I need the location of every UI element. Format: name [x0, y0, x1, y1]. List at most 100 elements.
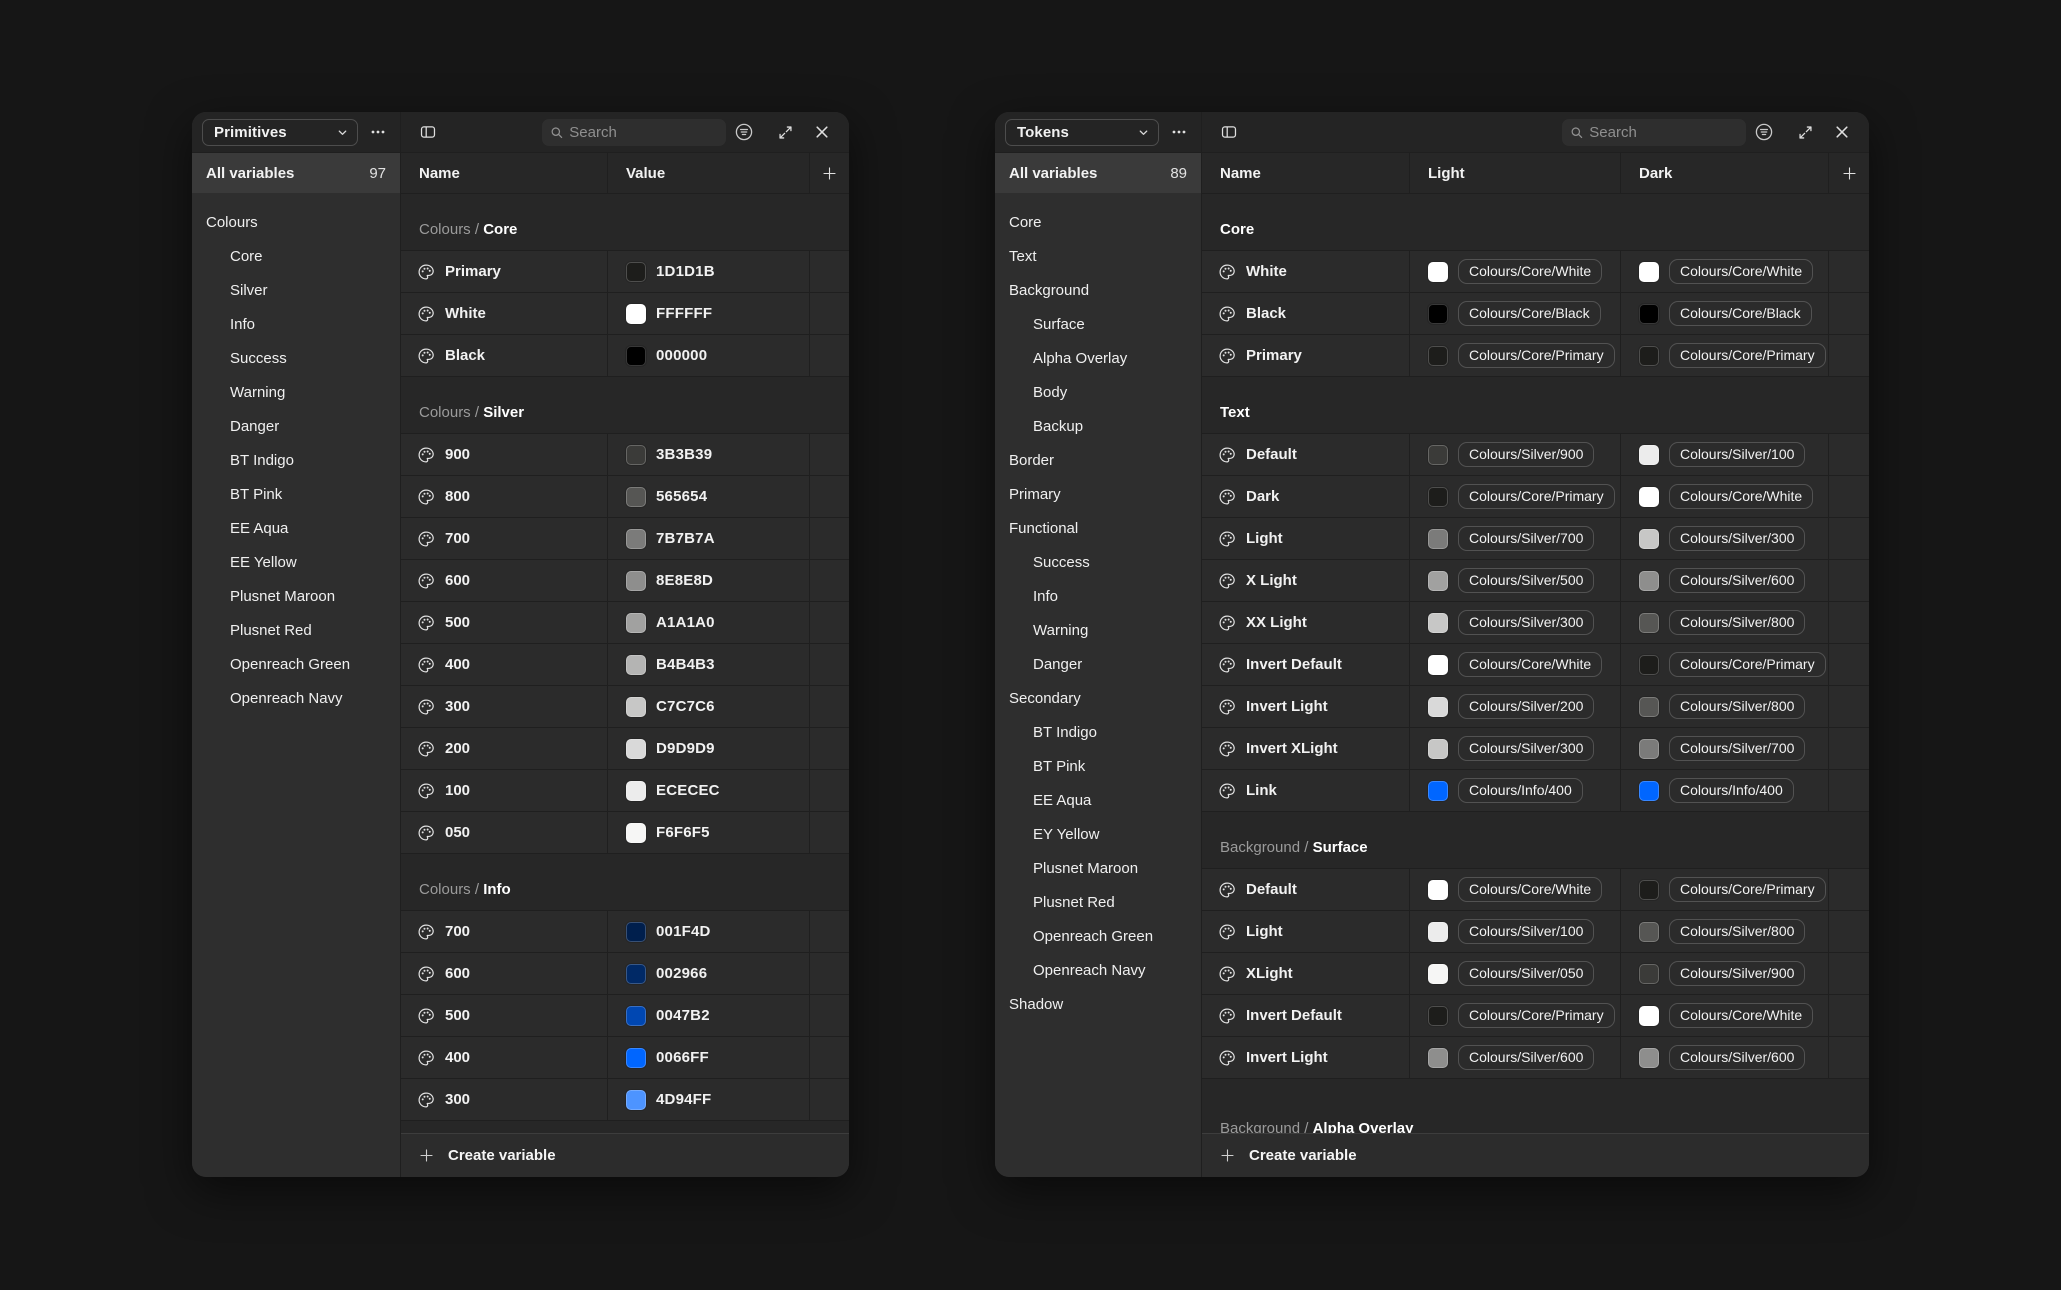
expand-button[interactable]: [1792, 119, 1818, 145]
token-alias-chip[interactable]: Colours/Silver/800: [1669, 919, 1805, 944]
variable-row[interactable]: Invert DefaultColours/Core/White Colours/…: [1202, 644, 1869, 686]
sidebar-item[interactable]: BT Indigo: [192, 443, 400, 477]
value-cell[interactable]: Colours/Core/Black: [1410, 293, 1621, 334]
sidebar-item[interactable]: Surface: [995, 307, 1201, 341]
sidebar-item-all-variables[interactable]: All variables 97: [192, 153, 400, 193]
variable-row[interactable]: Primary1D1D1B: [401, 251, 849, 293]
variable-name-cell[interactable]: 500: [401, 995, 608, 1036]
search-input[interactable]: [1589, 124, 1738, 141]
sidebar-item[interactable]: Info: [192, 307, 400, 341]
sidebar-item[interactable]: Info: [995, 579, 1201, 613]
close-button[interactable]: [1829, 119, 1855, 145]
variable-row[interactable]: 7007B7B7A: [401, 518, 849, 560]
sidebar-item-all-variables[interactable]: All variables 89: [995, 153, 1201, 193]
variable-name-cell[interactable]: Invert Light: [1202, 1037, 1410, 1078]
variable-name-cell[interactable]: Dark: [1202, 476, 1410, 517]
value-cell[interactable]: Colours/Silver/100: [1621, 434, 1829, 475]
more-options-button[interactable]: [1166, 119, 1192, 145]
token-alias-chip[interactable]: Colours/Core/Primary: [1458, 343, 1615, 368]
sidebar-item[interactable]: Core: [995, 205, 1201, 239]
value-cell[interactable]: Colours/Silver/200: [1410, 686, 1621, 727]
sidebar-item[interactable]: Plusnet Maroon: [192, 579, 400, 613]
variable-name-cell[interactable]: Invert Light: [1202, 686, 1410, 727]
sidebar-item[interactable]: Body: [995, 375, 1201, 409]
variable-name-cell[interactable]: 300: [401, 686, 608, 727]
value-cell[interactable]: Colours/Silver/600: [1621, 1037, 1829, 1078]
sidebar-item[interactable]: Text: [995, 239, 1201, 273]
variable-row[interactable]: Black000000: [401, 335, 849, 377]
variable-name-cell[interactable]: Invert XLight: [1202, 728, 1410, 769]
variable-row[interactable]: 700001F4D: [401, 911, 849, 953]
token-alias-chip[interactable]: Colours/Core/White: [1669, 484, 1813, 509]
sidebar-item[interactable]: Plusnet Maroon: [995, 851, 1201, 885]
sidebar-item[interactable]: Openreach Green: [995, 919, 1201, 953]
value-cell[interactable]: Colours/Core/White: [1410, 644, 1621, 685]
value-cell[interactable]: Colours/Silver/700: [1621, 728, 1829, 769]
sidebar-item[interactable]: EY Yellow: [995, 817, 1201, 851]
token-alias-chip[interactable]: Colours/Silver/200: [1458, 694, 1594, 719]
value-cell[interactable]: Colours/Silver/800: [1621, 602, 1829, 643]
token-alias-chip[interactable]: Colours/Core/Primary: [1458, 484, 1615, 509]
variable-name-cell[interactable]: XLight: [1202, 953, 1410, 994]
sidebar-item[interactable]: EE Yellow: [192, 545, 400, 579]
variable-name-cell[interactable]: 300: [401, 1079, 608, 1120]
variable-row[interactable]: 6008E8E8D: [401, 560, 849, 602]
token-alias-chip[interactable]: Colours/Silver/100: [1458, 919, 1594, 944]
variable-name-cell[interactable]: Black: [401, 335, 608, 376]
value-cell[interactable]: A1A1A0: [608, 602, 810, 643]
value-cell[interactable]: 0066FF: [608, 1037, 810, 1078]
value-cell[interactable]: 8E8E8D: [608, 560, 810, 601]
sidebar-item[interactable]: Success: [192, 341, 400, 375]
variable-name-cell[interactable]: X Light: [1202, 560, 1410, 601]
value-cell[interactable]: Colours/Core/White: [1621, 251, 1829, 292]
variable-row[interactable]: X Light Colours/Silver/500 Colours/Silver/…: [1202, 560, 1869, 602]
token-alias-chip[interactable]: Colours/Core/Black: [1458, 301, 1601, 326]
value-cell[interactable]: Colours/Silver/700: [1410, 518, 1621, 559]
add-variable-button[interactable]: [1829, 153, 1869, 193]
variable-name-cell[interactable]: 400: [401, 644, 608, 685]
filter-button[interactable]: [731, 119, 757, 145]
value-cell[interactable]: 002966: [608, 953, 810, 994]
value-cell[interactable]: Colours/Core/White: [1410, 251, 1621, 292]
value-cell[interactable]: 3B3B39: [608, 434, 810, 475]
value-cell[interactable]: Colours/Core/White: [1410, 869, 1621, 910]
variable-name-cell[interactable]: XX Light: [1202, 602, 1410, 643]
sidebar-item[interactable]: Border: [995, 443, 1201, 477]
token-alias-chip[interactable]: Colours/Silver/700: [1669, 736, 1805, 761]
value-cell[interactable]: Colours/Silver/600: [1621, 560, 1829, 601]
variable-row[interactable]: 500A1A1A0: [401, 602, 849, 644]
token-alias-chip[interactable]: Colours/Silver/700: [1458, 526, 1594, 551]
variable-row[interactable]: Invert DefaultColours/Core/PrimaryColour…: [1202, 995, 1869, 1037]
value-cell[interactable]: Colours/Core/Black: [1621, 293, 1829, 334]
token-alias-chip[interactable]: Colours/Silver/100: [1669, 442, 1805, 467]
value-cell[interactable]: Colours/Core/Primary: [1621, 335, 1829, 376]
variable-row[interactable]: Invert LightColours/Silver/200Colours/Si…: [1202, 686, 1869, 728]
token-alias-chip[interactable]: Colours/Silver/900: [1669, 961, 1805, 986]
variable-name-cell[interactable]: Default: [1202, 434, 1410, 475]
value-cell[interactable]: ECECEC: [608, 770, 810, 811]
token-alias-chip[interactable]: Colours/Core/Primary: [1669, 652, 1826, 677]
variable-name-cell[interactable]: Light: [1202, 518, 1410, 559]
variable-name-cell[interactable]: Invert Default: [1202, 644, 1410, 685]
search-box[interactable]: [1562, 119, 1746, 146]
variable-name-cell[interactable]: 050: [401, 812, 608, 853]
create-variable-button[interactable]: Create variable: [1202, 1133, 1869, 1177]
value-cell[interactable]: Colours/Silver/300: [1410, 602, 1621, 643]
token-alias-chip[interactable]: Colours/Core/White: [1458, 877, 1602, 902]
token-alias-chip[interactable]: Colours/Core/Black: [1669, 301, 1812, 326]
variable-name-cell[interactable]: 800: [401, 476, 608, 517]
variable-row[interactable]: 050F6F6F5: [401, 812, 849, 854]
variable-name-cell[interactable]: 700: [401, 911, 608, 952]
variable-row[interactable]: DefaultColours/Core/WhiteColours/Core/Pr…: [1202, 869, 1869, 911]
value-cell[interactable]: Colours/Core/White: [1621, 995, 1829, 1036]
sidebar-item[interactable]: Silver: [192, 273, 400, 307]
value-cell[interactable]: Colours/Silver/900: [1410, 434, 1621, 475]
sidebar-item[interactable]: Background: [995, 273, 1201, 307]
token-alias-chip[interactable]: Colours/Core/White: [1669, 259, 1813, 284]
value-cell[interactable]: C7C7C6: [608, 686, 810, 727]
variable-name-cell[interactable]: Invert Default: [1202, 995, 1410, 1036]
variable-name-cell[interactable]: 100: [401, 770, 608, 811]
token-alias-chip[interactable]: Colours/Silver/300: [1458, 610, 1594, 635]
expand-button[interactable]: [772, 119, 798, 145]
token-alias-chip[interactable]: Colours/Silver/500: [1458, 568, 1594, 593]
